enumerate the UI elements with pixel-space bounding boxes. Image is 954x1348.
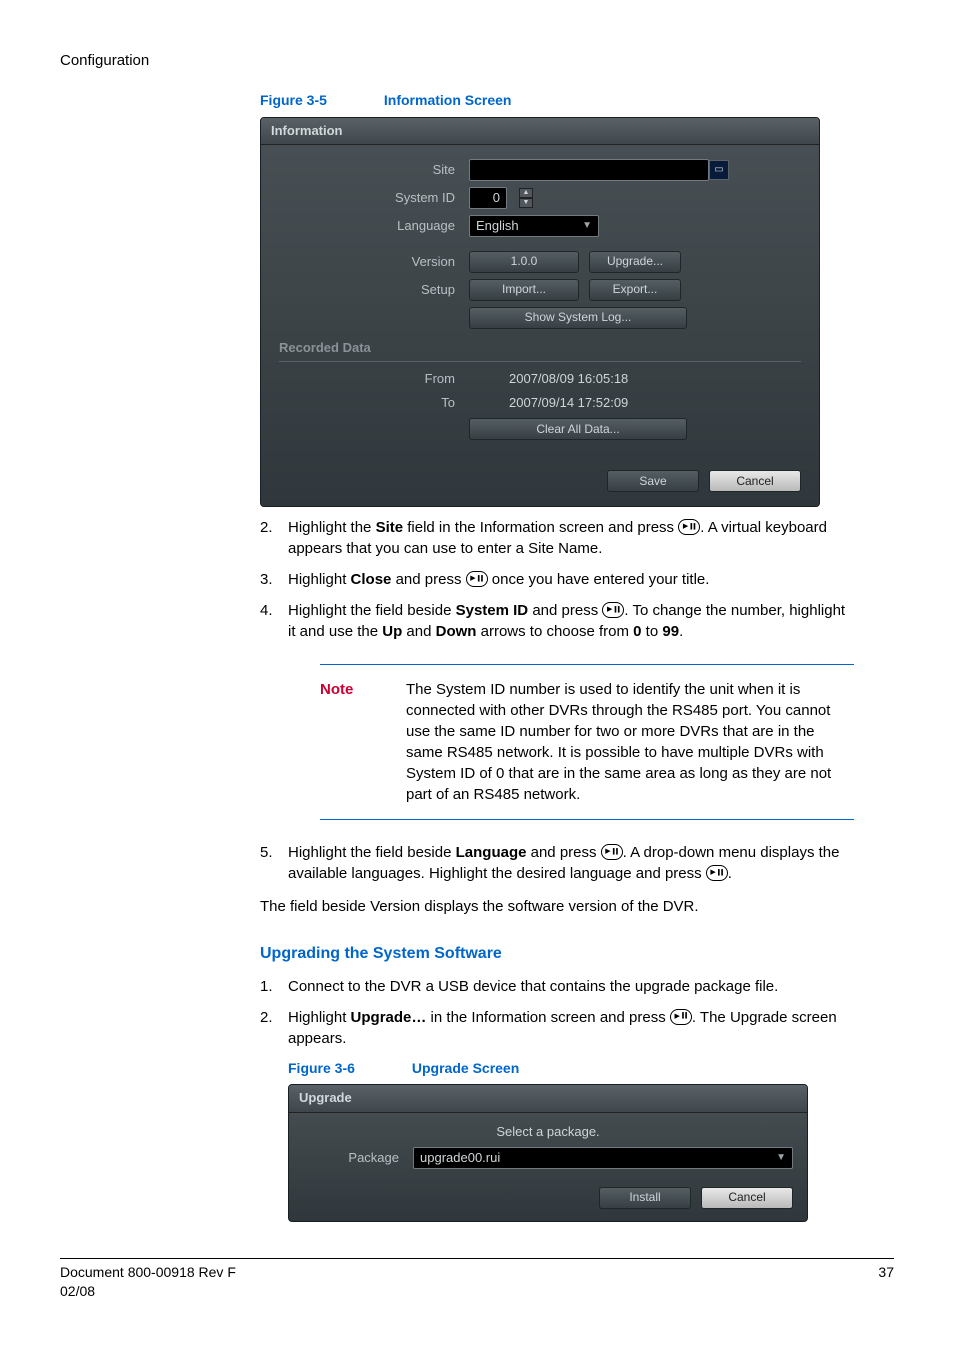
information-panel: Information Site ▭ System ID 0: [260, 117, 820, 508]
paragraph-version: The field beside Version displays the so…: [260, 896, 854, 917]
import-button[interactable]: Import...: [469, 279, 579, 301]
note-text: The System ID number is used to identify…: [406, 679, 854, 805]
step-num: 4.: [260, 600, 288, 642]
label-system-id: System ID: [279, 189, 469, 207]
upgrade-step-1: 1. Connect to the DVR a USB device that …: [260, 976, 854, 997]
upgrade-heading: Upgrading the System Software: [260, 943, 854, 965]
figure-3-5-title: Information Screen: [384, 92, 512, 108]
upgrade-steps: 1. Connect to the DVR a USB device that …: [260, 976, 854, 1049]
language-dropdown[interactable]: English ▼: [469, 215, 599, 237]
chevron-up-icon[interactable]: ▲: [519, 188, 533, 198]
version-value: 1.0.0: [511, 253, 538, 270]
upgrade-button[interactable]: Upgrade...: [589, 251, 681, 273]
label-to: To: [279, 394, 469, 412]
site-field[interactable]: [469, 159, 709, 181]
play-pause-icon: [602, 602, 624, 618]
show-system-log-button[interactable]: Show System Log...: [469, 307, 687, 329]
chevron-down-icon: ▼: [582, 219, 592, 233]
upgrade-cancel-button[interactable]: Cancel: [701, 1187, 793, 1209]
step-text: Highlight the Site field in the Informat…: [288, 517, 854, 559]
system-id-value: 0: [493, 189, 500, 207]
play-pause-icon: [466, 571, 488, 587]
system-id-spinner[interactable]: ▲ ▼: [519, 188, 533, 208]
play-pause-icon: [678, 519, 700, 535]
step-num: 1.: [260, 976, 288, 997]
export-button[interactable]: Export...: [589, 279, 681, 301]
package-dropdown[interactable]: upgrade00.rui ▼: [413, 1147, 793, 1169]
chevron-down-icon: ▼: [776, 1151, 786, 1165]
figure-3-6-caption: Figure 3-6 Upgrade Screen: [288, 1059, 854, 1079]
upgrade-step-2: 2. Highlight Upgrade… in the Information…: [260, 1007, 854, 1049]
play-pause-icon: [601, 844, 623, 860]
from-value: 2007/08/09 16:05:18: [509, 370, 628, 388]
save-button-label: Save: [639, 473, 666, 490]
label-from: From: [279, 370, 469, 388]
note-block: Note The System ID number is used to ide…: [320, 664, 854, 820]
footer-date: 02/08: [60, 1282, 236, 1302]
divider: [279, 361, 801, 362]
figure-3-5-caption: Figure 3-5 Information Screen: [260, 91, 854, 111]
step-num: 2.: [260, 517, 288, 559]
cancel-button[interactable]: Cancel: [709, 470, 801, 492]
note-label: Note: [320, 679, 406, 805]
import-button-label: Import...: [502, 281, 546, 298]
step-text: Highlight the field beside System ID and…: [288, 600, 854, 642]
recorded-data-heading: Recorded Data: [279, 339, 801, 357]
clear-all-label: Clear All Data...: [536, 421, 619, 438]
chevron-down-icon[interactable]: ▼: [519, 198, 533, 208]
label-version: Version: [279, 253, 469, 271]
cancel-button-label: Cancel: [728, 1189, 765, 1206]
step-num: 5.: [260, 842, 288, 884]
show-log-label: Show System Log...: [525, 309, 632, 326]
version-display: 1.0.0: [469, 251, 579, 273]
label-package: Package: [303, 1149, 413, 1167]
step-text: Connect to the DVR a USB device that con…: [288, 976, 854, 997]
install-button[interactable]: Install: [599, 1187, 691, 1209]
steps-list: 2. Highlight the Site field in the Infor…: [260, 517, 854, 642]
panel-title: Information: [261, 118, 819, 145]
cancel-button-label: Cancel: [736, 473, 773, 490]
package-value: upgrade00.rui: [420, 1149, 500, 1167]
upgrade-button-label: Upgrade...: [607, 253, 663, 270]
keyboard-icon: ▭: [714, 163, 723, 177]
step-3: 3. Highlight Close and press once you ha…: [260, 569, 854, 590]
clear-all-data-button[interactable]: Clear All Data...: [469, 418, 687, 440]
step-text: Highlight the field beside Language and …: [288, 842, 854, 884]
page-header: Configuration: [60, 50, 894, 71]
step-5: 5. Highlight the field beside Language a…: [260, 842, 854, 884]
label-language: Language: [279, 217, 469, 235]
virtual-keyboard-button[interactable]: ▭: [709, 160, 729, 180]
system-id-field[interactable]: 0: [469, 187, 507, 209]
figure-3-5-number: Figure 3-5: [260, 91, 380, 111]
figure-3-6-title: Upgrade Screen: [412, 1060, 519, 1076]
install-button-label: Install: [629, 1189, 660, 1206]
page-footer: Document 800-00918 Rev F 02/08 37: [60, 1259, 894, 1302]
steps-list-b: 5. Highlight the field beside Language a…: [260, 842, 854, 884]
to-value: 2007/09/14 17:52:09: [509, 394, 628, 412]
play-pause-icon: [706, 865, 728, 881]
save-button[interactable]: Save: [607, 470, 699, 492]
export-button-label: Export...: [613, 281, 658, 298]
step-4: 4. Highlight the field beside System ID …: [260, 600, 854, 642]
footer-doc-id: Document 800-00918 Rev F: [60, 1263, 236, 1283]
step-text: Highlight Close and press once you have …: [288, 569, 854, 590]
label-site: Site: [279, 161, 469, 179]
step-text: Highlight Upgrade… in the Information sc…: [288, 1007, 854, 1049]
upgrade-panel-title: Upgrade: [289, 1085, 807, 1112]
language-value: English: [476, 217, 519, 235]
step-num: 2.: [260, 1007, 288, 1049]
step-2: 2. Highlight the Site field in the Infor…: [260, 517, 854, 559]
label-setup: Setup: [279, 281, 469, 299]
figure-3-6-number: Figure 3-6: [288, 1059, 408, 1079]
step-num: 3.: [260, 569, 288, 590]
upgrade-prompt: Select a package.: [303, 1123, 793, 1141]
page-number: 37: [878, 1263, 894, 1302]
upgrade-panel: Upgrade Select a package. Package upgrad…: [288, 1084, 808, 1221]
header-section: Configuration: [60, 52, 149, 69]
play-pause-icon: [670, 1009, 692, 1025]
